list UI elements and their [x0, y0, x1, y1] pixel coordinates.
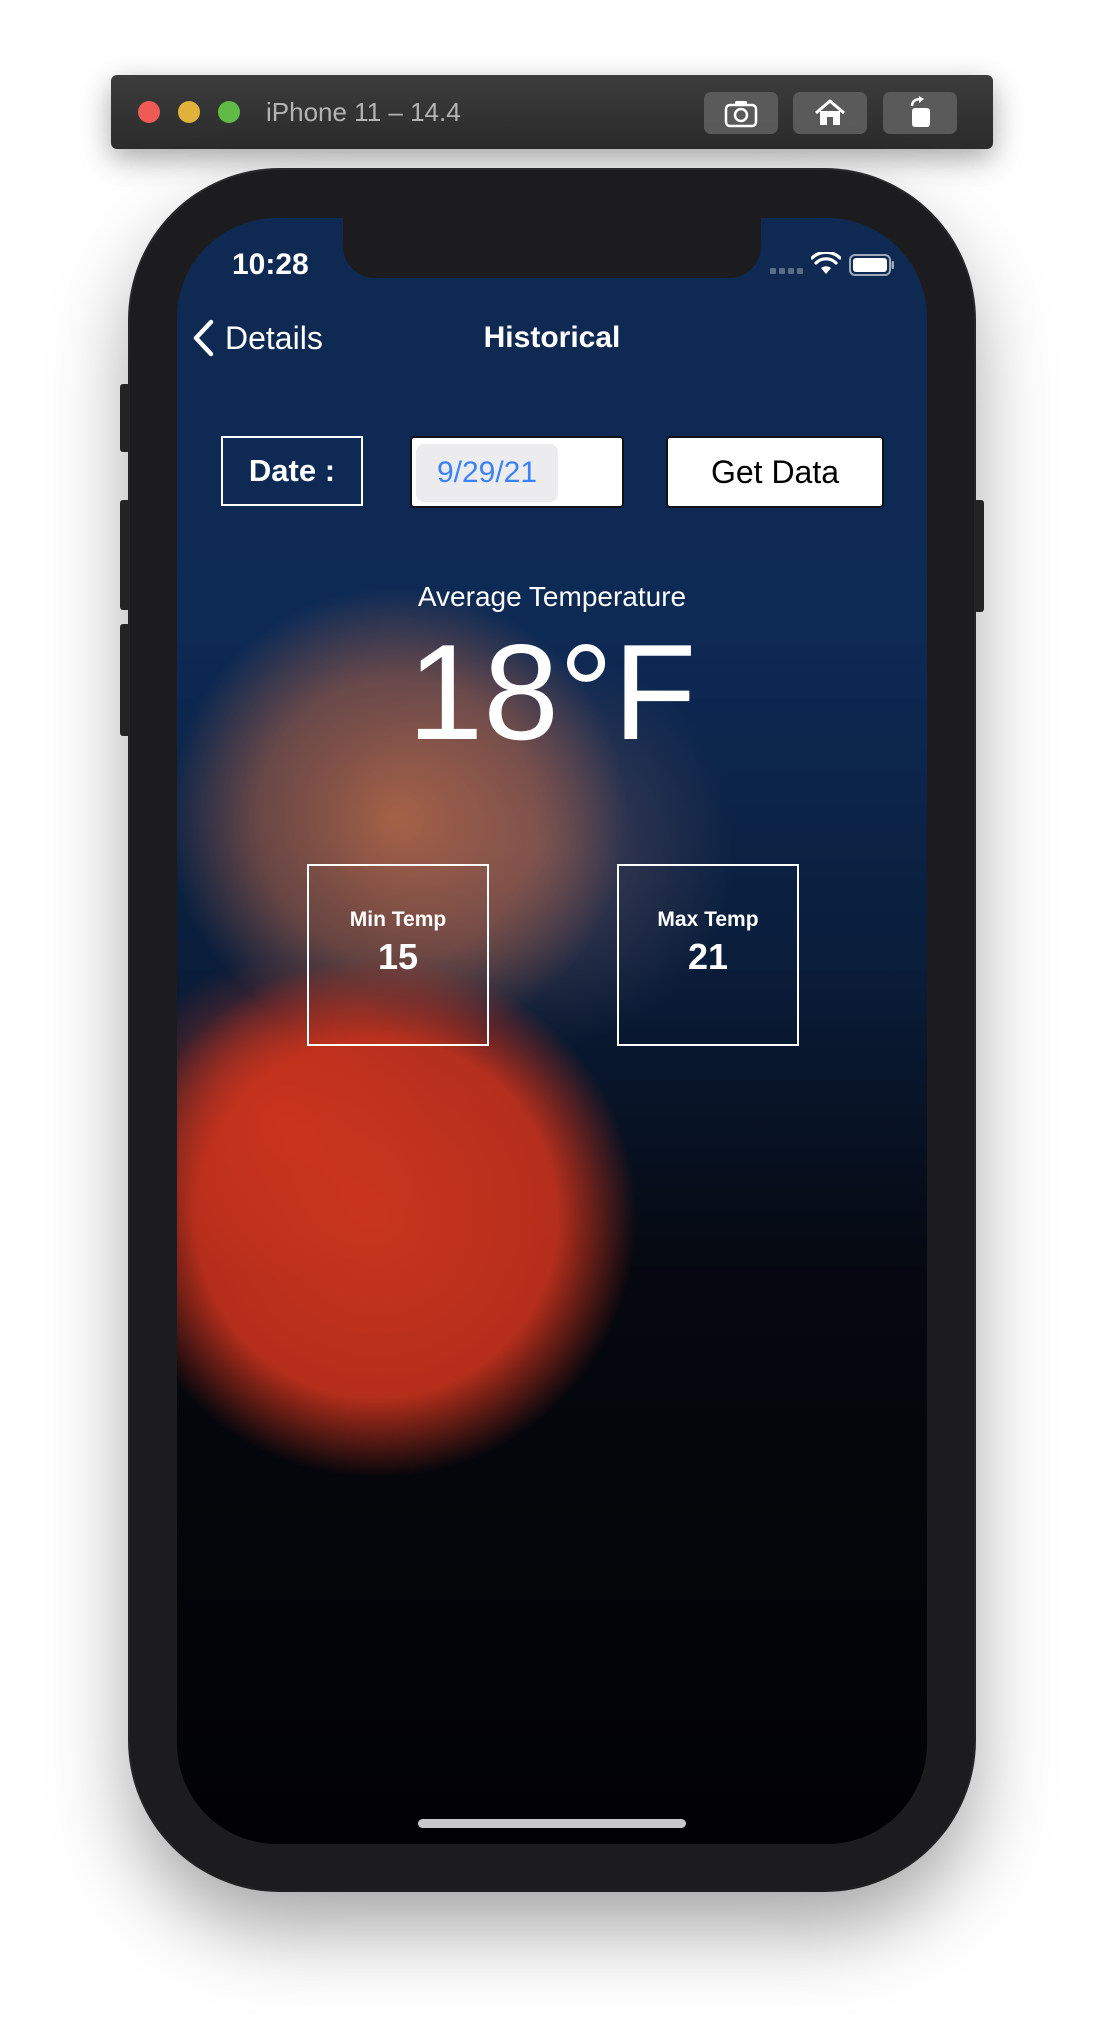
- screenshot-button[interactable]: [704, 92, 778, 134]
- max-temp-value: 21: [687, 936, 729, 977]
- power-button: [974, 500, 984, 612]
- phone-screen: 10:28 Details Historical Date : 9/29/21 …: [177, 218, 927, 1844]
- simulator-title: iPhone 11 – 14.4: [266, 97, 461, 127]
- cellular-signal-icon: [770, 268, 803, 274]
- date-label: Date :: [221, 436, 363, 506]
- home-indicator[interactable]: [418, 1819, 686, 1828]
- min-temp-card: Min Temp 15: [307, 864, 489, 1046]
- min-temp-label: Min Temp: [349, 908, 447, 931]
- home-icon: [815, 99, 845, 125]
- max-temp-label: Max Temp: [657, 908, 759, 931]
- notch: [343, 218, 761, 278]
- screenshot-icon: [724, 101, 758, 128]
- status-time: 10:28: [232, 248, 309, 281]
- simulator-title-bar: iPhone 11 – 14.4: [111, 75, 993, 149]
- home-button[interactable]: [793, 92, 867, 134]
- date-picker-value[interactable]: 9/29/21: [416, 444, 558, 502]
- max-temp-card: Max Temp 21: [617, 864, 799, 1046]
- volume-down-button: [120, 624, 130, 736]
- rotate-button[interactable]: [883, 92, 957, 134]
- date-picker[interactable]: 9/29/21: [410, 436, 624, 508]
- wifi-icon: [811, 252, 841, 274]
- zoom-window-button[interactable]: [218, 101, 240, 123]
- stage: iPhone 11 – 14.4 10:28 Details Historica…: [0, 0, 1104, 2038]
- average-temperature-value: 18°F: [407, 616, 697, 768]
- minimize-window-button[interactable]: [178, 101, 200, 123]
- mute-switch: [120, 384, 130, 452]
- page-title: Historical: [483, 321, 621, 354]
- volume-up-button: [120, 500, 130, 610]
- min-temp-value: 15: [377, 936, 419, 977]
- rotate-icon: [910, 96, 930, 127]
- average-temperature-label: Average Temperature: [417, 581, 687, 612]
- battery-icon: [849, 254, 894, 276]
- close-window-button[interactable]: [138, 101, 160, 123]
- get-data-button[interactable]: Get Data: [666, 436, 884, 508]
